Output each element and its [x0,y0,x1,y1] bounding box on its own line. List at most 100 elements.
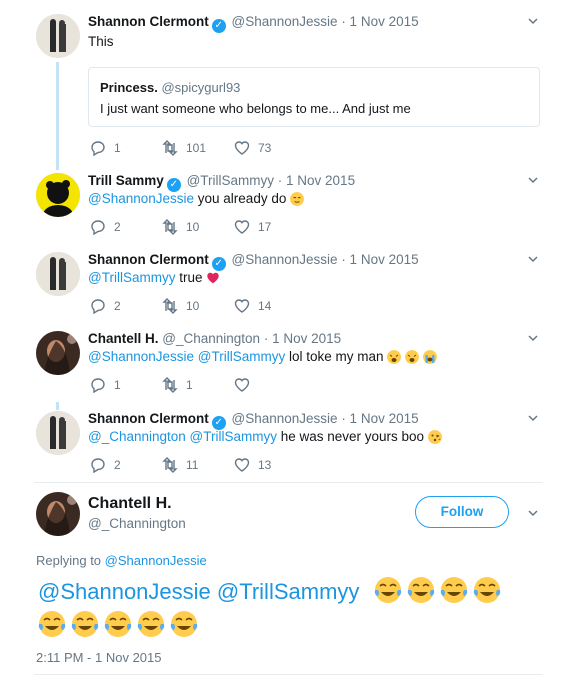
tweet-date[interactable]: · 1 Nov 2015 [278,173,355,188]
display-name[interactable]: Chantell H. [88,495,172,513]
verified-badge-icon: ✓ [166,178,181,192]
mention-link[interactable]: @ShannonJessie @TrillSammyy [88,349,285,364]
thread-line [56,402,59,410]
chevron-down-icon[interactable] [528,508,538,518]
like-icon [234,141,250,155]
replying-to-link[interactable]: @ShannonJessie [105,553,207,568]
username[interactable]: @TrillSammyy [187,173,274,188]
tweet-date[interactable]: · 1 Nov 2015 [341,14,418,29]
emoji-tears-of-joy [71,611,99,637]
tweet-date[interactable]: · 1 Nov 2015 [341,411,418,426]
retweet-button[interactable]: 1 [162,377,193,393]
emoji-weary [405,350,420,364]
like-count: 14 [258,299,272,313]
tweet-text: @ShannonJessie you already do [88,191,305,206]
avatar[interactable] [36,173,80,217]
retweet-button[interactable]: 10 [162,298,199,314]
mention-link[interactable]: @ShannonJessie @TrillSammyy [38,579,359,604]
avatar[interactable] [36,14,80,58]
like-button[interactable]: 17 [234,219,271,235]
reply-count: 2 [114,458,121,472]
tweet-header: Shannon Clermont ✓ @ShannonJessie · 1 Nov… [88,252,419,271]
verified-badge-icon: ✓ [211,19,226,33]
tweet-date[interactable]: · 1 Nov 2015 [264,331,341,346]
reply-icon [91,458,105,473]
emoji-tears-of-joy [407,577,434,603]
retweet-button[interactable]: 101 [162,140,206,156]
emoji-heart [207,272,219,284]
retweet-count: 101 [186,141,207,155]
mention-link[interactable]: @TrillSammyy [88,270,175,285]
tweet-date[interactable]: · 1 Nov 2015 [341,252,418,267]
reply-button[interactable]: 2 [90,219,121,235]
chevron-down-icon[interactable] [528,413,538,423]
quoted-username: @spicygurl93 [161,80,241,95]
display-name[interactable]: Shannon Clermont [88,14,209,29]
mention-link[interactable]: @_Channington @TrillSammyy [88,429,277,444]
chevron-down-icon[interactable] [528,175,538,185]
emoji-tears-of-joy [137,611,165,637]
avatar[interactable] [36,411,80,455]
display-name[interactable]: Shannon Clermont [88,411,209,426]
reply-button[interactable]: 1 [90,140,121,156]
username[interactable]: @_Channington [88,516,186,531]
reply-icon [91,299,105,314]
follow-button[interactable]: Follow [415,496,509,528]
emoji-tears-of-joy [104,611,132,637]
emoji-relieved [290,192,305,206]
username[interactable]: @ShannonJessie [232,411,338,426]
quoted-tweet[interactable]: Princess. @spicygurl93 I just want someo… [88,67,540,127]
emoji-crying [422,350,437,364]
emoji-kiss [427,430,442,444]
reply-icon [91,378,105,393]
display-name[interactable]: Chantell H. [88,331,159,346]
retweet-count: 1 [186,378,193,392]
verified-badge-icon: ✓ [211,416,226,430]
retweet-button[interactable]: 11 [162,457,198,473]
mention-link[interactable]: @ShannonJessie [88,191,194,206]
reply-count: 2 [114,220,121,234]
display-name[interactable]: Trill Sammy [88,173,164,188]
like-button[interactable]: 13 [234,457,271,473]
reply-icon [91,220,105,235]
emoji-weary [387,350,402,364]
avatar[interactable] [36,331,80,375]
display-name[interactable]: Shannon Clermont [88,252,209,267]
retweet-count: 10 [186,299,200,313]
tweet-timestamp[interactable]: 2:11 PM - 1 Nov 2015 [36,650,162,665]
tweet-text: @_Channington @TrillSammyy he was never … [88,429,442,444]
like-icon [234,220,250,234]
reply-count: 1 [114,141,121,155]
like-icon [234,378,250,392]
like-icon [234,458,250,472]
emoji-tears-of-joy [440,577,467,603]
username[interactable]: @_Channington [162,331,260,346]
like-button[interactable] [234,377,258,393]
retweet-count: 10 [186,220,200,234]
replying-to: Replying to @ShannonJessie [36,553,207,568]
thread-line [56,62,59,170]
retweet-icon [162,298,178,314]
avatar[interactable] [36,252,80,296]
emoji-tears-of-joy [170,611,198,637]
like-button[interactable]: 14 [234,298,271,314]
reply-icon [91,141,105,156]
chevron-down-icon[interactable] [528,16,538,26]
reply-button[interactable]: 2 [90,457,121,473]
quoted-text: I just want someone who belongs to me...… [100,101,411,116]
divider [34,674,543,675]
emoji-tears-of-joy [374,577,401,603]
chevron-down-icon[interactable] [528,333,538,343]
tweet-text: This [88,34,114,49]
reply-button[interactable]: 2 [90,298,121,314]
emoji-tears-of-joy [38,611,66,637]
chevron-down-icon[interactable] [528,254,538,264]
username[interactable]: @ShannonJessie [232,252,338,267]
divider [34,482,543,483]
like-button[interactable]: 73 [234,140,271,156]
like-icon [234,299,250,313]
avatar[interactable] [36,492,80,536]
retweet-button[interactable]: 10 [162,219,199,235]
reply-button[interactable]: 1 [90,377,121,393]
username[interactable]: @ShannonJessie [232,14,338,29]
